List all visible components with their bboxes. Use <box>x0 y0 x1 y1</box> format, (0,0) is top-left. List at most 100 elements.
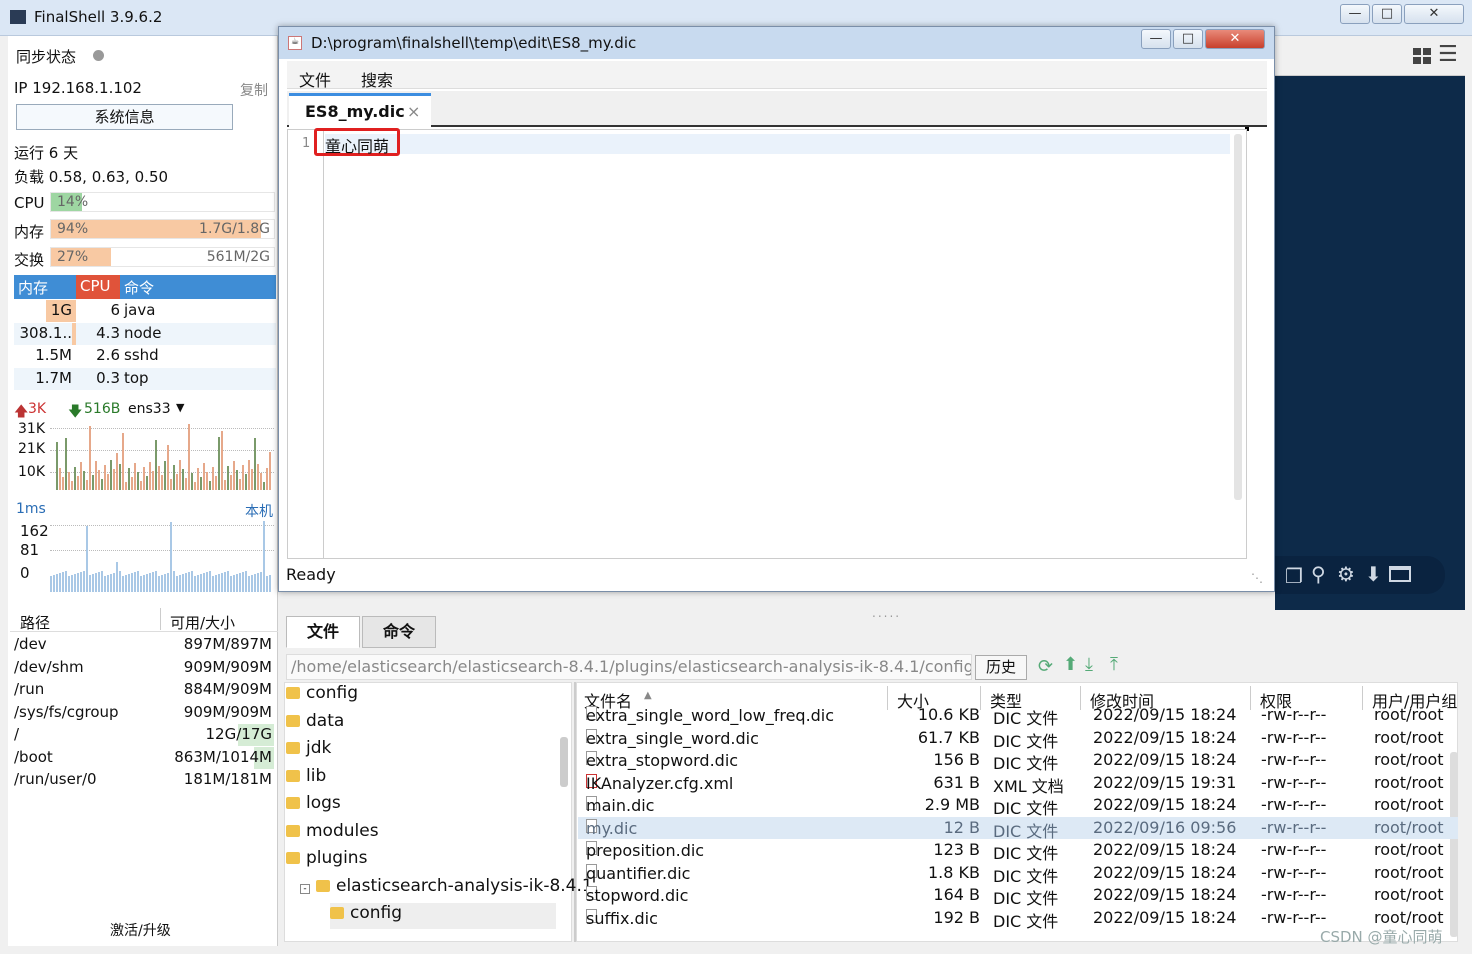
gear-icon[interactable]: ⚙ <box>1337 562 1355 586</box>
net-bar <box>245 474 247 490</box>
copy-ip-link[interactable]: 复制 <box>240 80 268 100</box>
tree-item[interactable]: plugins <box>286 848 367 874</box>
fs-row[interactable]: /boot 863M/1014M <box>14 746 276 769</box>
window-icon[interactable] <box>1389 566 1411 582</box>
refresh-icon[interactable]: ⟳ <box>1038 656 1053 677</box>
splitter-handle[interactable]: ..... <box>872 606 901 620</box>
ping-tick-2: 81 <box>20 541 40 559</box>
tree-scrollbar[interactable] <box>560 737 568 787</box>
download-icon[interactable]: ⬇ <box>1365 562 1382 586</box>
history-button[interactable]: 历史 <box>975 655 1027 680</box>
proc-cpu: 2.6 <box>96 346 120 364</box>
fs-row[interactable]: /sys/fs/cgroup 909M/909M <box>14 702 276 724</box>
file-perm: -rw-r--r-- <box>1261 862 1327 882</box>
path-input[interactable]: /home/elasticsearch/elasticsearch-8.4.1/… <box>286 654 972 680</box>
process-row[interactable]: 1G 6 java <box>14 300 276 322</box>
fs-row[interactable]: /run/user/0 181M/181M <box>14 769 276 791</box>
file-row[interactable]: main.dic 2.9 MB DIC 文件 2022/09/15 18:24 … <box>578 794 1458 818</box>
tree-item[interactable]: modules <box>286 821 379 847</box>
editor-close-button[interactable]: ✕ <box>1205 29 1265 49</box>
tree-item[interactable]: logs <box>286 793 341 819</box>
ping-bar <box>170 522 172 592</box>
sort-asc-icon[interactable]: ▲ <box>644 690 652 701</box>
menu-search[interactable]: 搜索 <box>361 67 393 91</box>
fs-header-path[interactable]: 路径 <box>20 612 50 633</box>
tab-commands[interactable]: 命令 <box>362 616 436 648</box>
layout-grid-icon[interactable] <box>1413 48 1431 64</box>
proc-header-cmd[interactable]: 命令 <box>124 277 154 298</box>
menu-file[interactable]: 文件 <box>299 67 331 91</box>
file-row[interactable]: extra_single_word_low_freq.dic 10.6 KB D… <box>578 704 1458 728</box>
file-perm: -rw-r--r-- <box>1261 750 1327 769</box>
net-bar <box>233 461 235 490</box>
file-row[interactable]: IKAnalyzer.cfg.xml 631 B XML 文档 2022/09/… <box>578 772 1458 796</box>
file-size: 164 B <box>933 885 980 904</box>
editor-minimize-button[interactable]: — <box>1141 29 1171 49</box>
file-row[interactable]: preposition.dic 123 B DIC 文件 2022/09/15 … <box>578 839 1458 863</box>
file-row[interactable]: extra_stopword.dic 156 B DIC 文件 2022/09/… <box>578 749 1458 773</box>
proc-header-cpu[interactable]: CPU <box>76 275 120 299</box>
file-time: 2022/09/15 18:24 <box>1093 840 1237 859</box>
net-bar <box>59 468 61 490</box>
editor-tab[interactable]: ES8_my.dic × <box>289 93 431 127</box>
file-time: 2022/09/15 18:24 <box>1093 885 1237 904</box>
fs-header-size[interactable]: 可用/大小 <box>170 612 235 633</box>
net-down: 516B <box>84 401 121 417</box>
copy-icon[interactable]: ❐ <box>1285 564 1303 588</box>
fs-row[interactable]: /dev/shm 909M/909M <box>14 657 276 679</box>
file-perm: -rw-r--r-- <box>1261 907 1327 927</box>
file-row[interactable]: extra_single_word.dic 61.7 KB DIC 文件 202… <box>578 727 1458 751</box>
file-row[interactable]: stopword.dic 164 B DIC 文件 2022/09/15 18:… <box>578 884 1458 908</box>
iface-dropdown-icon[interactable]: ▼ <box>176 401 184 414</box>
file-type: DIC 文件 <box>993 844 1059 863</box>
tree-item[interactable]: jdk <box>286 738 331 764</box>
tree-item-label: modules <box>306 820 379 841</box>
editor-scrollbar[interactable] <box>1234 134 1242 500</box>
file-row[interactable]: my.dic 12 B DIC 文件 2022/09/16 09:56 -rw-… <box>578 816 1458 841</box>
tree-item[interactable]: config <box>330 903 556 929</box>
net-bar <box>200 477 202 490</box>
fs-row[interactable]: /run 884M/909M <box>14 679 276 701</box>
ping-bar <box>125 575 127 592</box>
minimize-button[interactable]: — <box>1340 4 1370 24</box>
resize-grip-icon[interactable]: ⋱ <box>1251 571 1263 585</box>
tree-item[interactable]: config <box>286 683 358 709</box>
sysinfo-button[interactable]: 系统信息 <box>16 104 233 130</box>
tab-files[interactable]: 文件 <box>286 616 360 648</box>
file-name: IKAnalyzer.cfg.xml <box>586 773 734 793</box>
fs-path: / <box>14 725 20 743</box>
file-row[interactable]: quantifier.dic 1.8 KB DIC 文件 2022/09/15 … <box>578 862 1458 886</box>
tab-close-icon[interactable]: × <box>407 102 420 121</box>
parent-dir-icon[interactable]: ⬆ <box>1063 654 1078 675</box>
tree-item[interactable]: lib <box>286 766 326 792</box>
close-button[interactable]: ✕ <box>1404 4 1464 24</box>
menu-icon[interactable]: ☰ <box>1438 42 1458 67</box>
swap-usage-bar: 27% 561M/2G <box>50 247 275 267</box>
upload-file-icon[interactable]: ⤒ <box>1110 654 1118 675</box>
ping-bar <box>158 576 160 592</box>
proc-header-mem[interactable]: 内存 <box>18 277 48 298</box>
tree-item[interactable]: - elasticsearch-analysis-ik-8.4.1 <box>300 876 593 902</box>
tree-item[interactable]: data <box>286 711 344 737</box>
terminal-panel[interactable]: ❐ ⚲ ⚙ ⬇ <box>1275 76 1465 610</box>
maximize-button[interactable]: □ <box>1372 4 1402 24</box>
process-row[interactable]: 308.1.. 4.3 node <box>14 322 276 345</box>
net-bar <box>218 437 220 490</box>
activate-upgrade-link[interactable]: 激活/升级 <box>110 920 171 940</box>
fs-row[interactable]: / 12G/17G <box>14 724 276 746</box>
search-icon[interactable]: ⚲ <box>1311 562 1326 586</box>
editor-maximize-button[interactable]: □ <box>1173 29 1203 49</box>
tree-collapse-icon[interactable]: - <box>300 883 310 894</box>
download-file-icon[interactable]: ⤓ <box>1085 654 1093 675</box>
editor-text-area[interactable]: 1 童心同萌 <box>287 128 1247 559</box>
fs-row[interactable]: /dev 897M/897M <box>14 634 276 656</box>
ping-host[interactable]: 本机 <box>245 501 273 521</box>
net-iface[interactable]: ens33 <box>128 401 171 417</box>
net-bar <box>248 460 250 490</box>
net-bar <box>113 469 115 490</box>
mem-usage-bar: 94% 1.7G/1.8G <box>50 219 275 239</box>
process-row[interactable]: 1.5M 2.6 sshd <box>14 345 276 367</box>
tree-item-label: plugins <box>306 848 368 868</box>
ping-bar <box>98 572 100 592</box>
process-row[interactable]: 1.7M 0.3 top <box>14 367 276 390</box>
